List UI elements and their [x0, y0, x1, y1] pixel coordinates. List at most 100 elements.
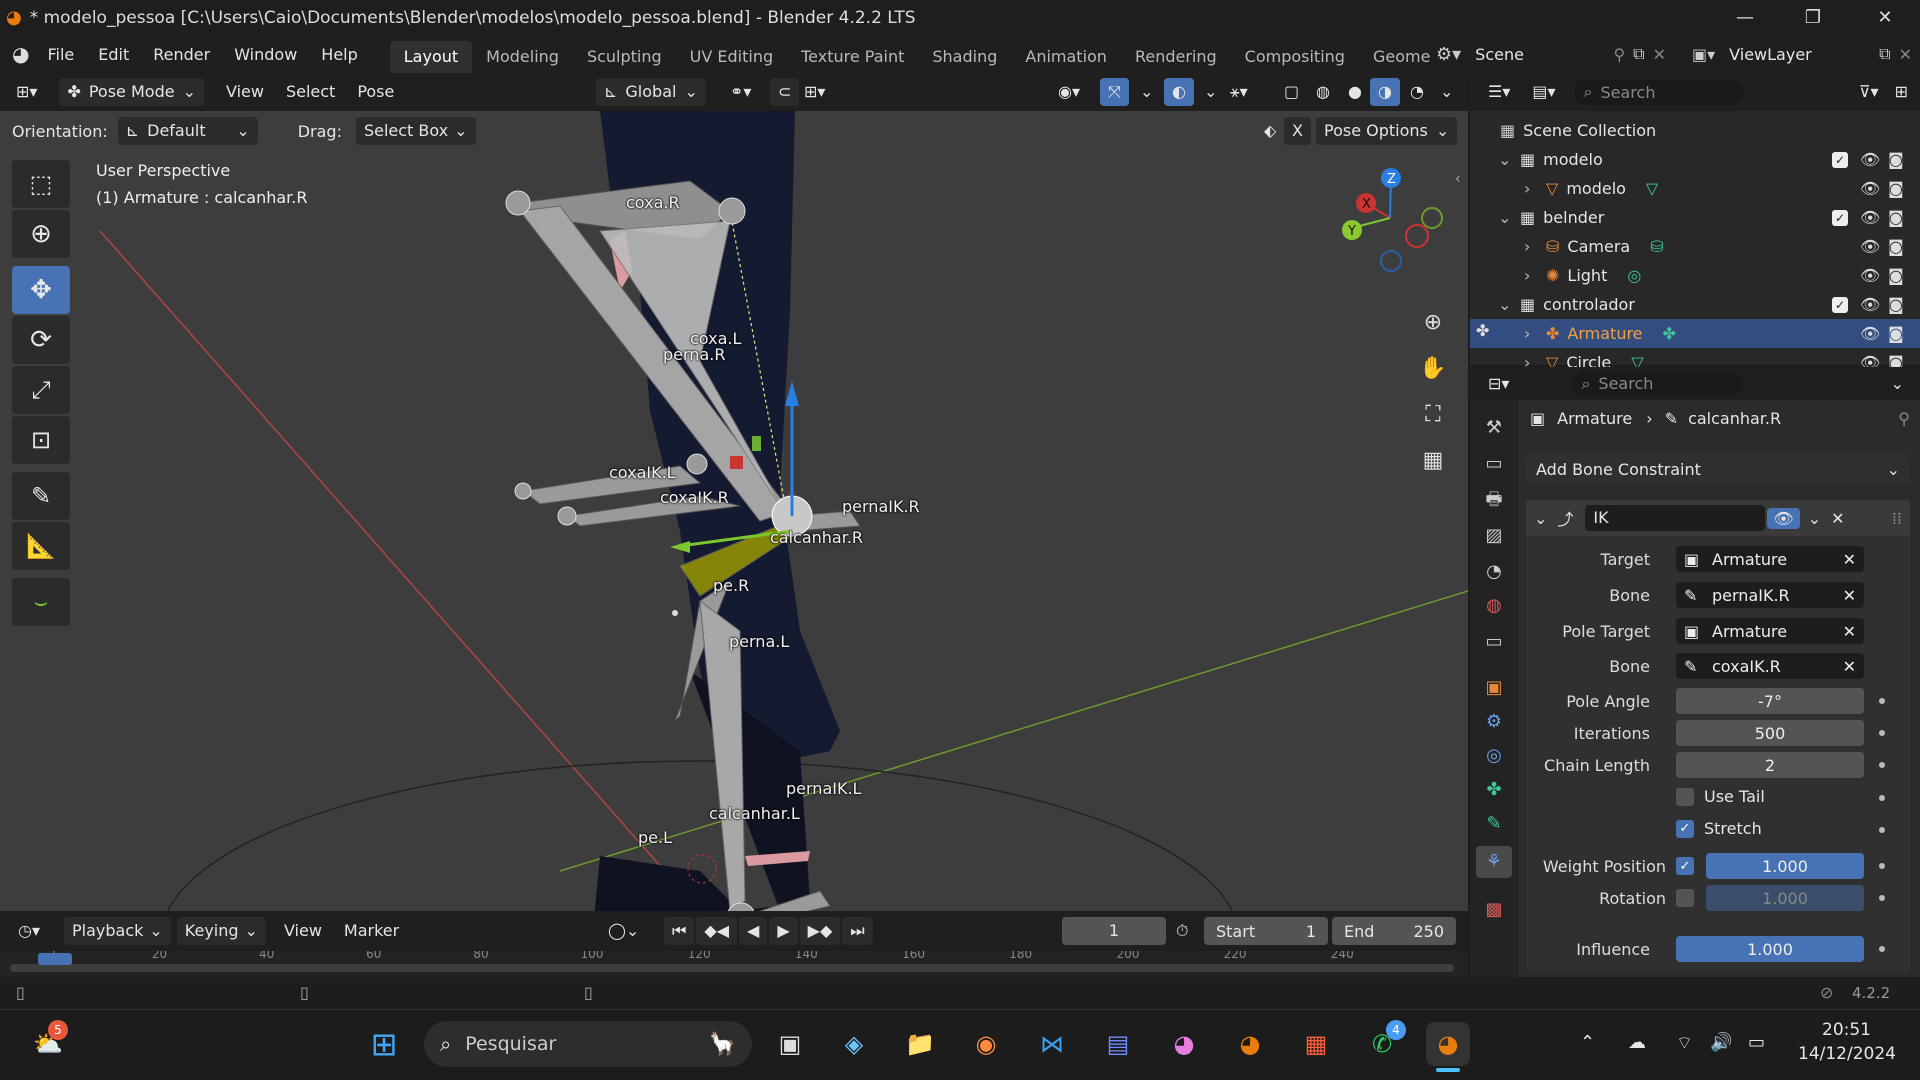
world-icon[interactable]: ◍: [1476, 590, 1512, 622]
pole-target-field[interactable]: ▣ Armature ✕: [1676, 618, 1864, 644]
tab-texture-paint[interactable]: Texture Paint: [787, 41, 918, 73]
expand-chevron-icon[interactable]: ›: [1524, 237, 1546, 256]
scene-props-icon[interactable]: ◔: [1476, 556, 1512, 588]
pivot-point-icon[interactable]: ⚭▾: [722, 78, 759, 106]
menu-window[interactable]: Window: [222, 45, 309, 64]
orientation-dropdown[interactable]: ⊾ Default ⌄: [117, 117, 258, 145]
modifiers-icon[interactable]: ⚙: [1476, 706, 1512, 738]
animate-chain-length-icon[interactable]: [1879, 762, 1885, 768]
outliner-row[interactable]: › ⛁ Camera ⛁ 👁 ◙: [1470, 232, 1910, 261]
transform-tool[interactable]: ⊡: [12, 416, 70, 464]
outliner-row[interactable]: › ✤ Armature ✤ 👁 ◙: [1470, 319, 1920, 348]
playback-menu[interactable]: Playback ⌄: [64, 917, 171, 945]
expand-chevron-icon[interactable]: ›: [1524, 324, 1546, 343]
visibility-eye-icon[interactable]: 👁: [1860, 208, 1880, 227]
outliner-search[interactable]: ⌕ Search: [1573, 79, 1744, 105]
pole-bone-field[interactable]: ✎ coxaIK.R ✕: [1676, 653, 1864, 679]
timeline-scrollbar[interactable]: [10, 964, 1454, 972]
visibility-eye-icon[interactable]: 👁: [1860, 266, 1880, 285]
animate-pole-angle-icon[interactable]: [1879, 698, 1885, 704]
visibility-eye-icon[interactable]: 👁: [1860, 237, 1880, 256]
microsoft-store-icon[interactable]: ▦: [1294, 1022, 1338, 1066]
outliner-row[interactable]: › ✺ Light ◎ 👁 ◙: [1470, 261, 1910, 290]
move-tool[interactable]: ✥: [12, 266, 70, 314]
influence-slider[interactable]: 1.000: [1676, 936, 1864, 962]
blender-menu-icon[interactable]: ◕: [12, 42, 29, 66]
dev-app-icon[interactable]: ▤: [1096, 1022, 1140, 1066]
visibility-eye-icon[interactable]: 👁: [1860, 324, 1880, 343]
animate-iterations-icon[interactable]: [1879, 730, 1885, 736]
scale-tool[interactable]: ⤢: [12, 366, 70, 414]
visibility-eye-icon[interactable]: 👁: [1860, 150, 1880, 169]
tab-animation[interactable]: Animation: [1011, 41, 1121, 73]
bone-field[interactable]: ✎ pernaIK.R ✕: [1676, 582, 1864, 608]
tool-icon[interactable]: ⚒: [1476, 412, 1512, 444]
annotate-tool[interactable]: ✎: [12, 472, 70, 520]
sidebar-toggle-icon[interactable]: ‹: [1455, 171, 1461, 187]
stopwatch-icon[interactable]: ⏱: [1176, 921, 1188, 941]
outliner-row[interactable]: › ▽ modelo ▽ 👁 ◙: [1470, 174, 1910, 203]
render-camera-icon[interactable]: ◙: [1888, 324, 1904, 343]
render-camera-icon[interactable]: ◙: [1888, 179, 1904, 198]
start-frame-field[interactable]: Start 1: [1204, 917, 1328, 945]
visibility-icon[interactable]: ◉▾: [1050, 78, 1088, 106]
mirror-icon[interactable]: ⬖: [1256, 117, 1284, 145]
physics-icon[interactable]: ◎: [1476, 740, 1512, 772]
pole-angle-field[interactable]: -7°: [1676, 688, 1864, 714]
clear-pole-bone-icon[interactable]: ✕: [1843, 657, 1856, 676]
timeline-editor-icon[interactable]: ◷▾: [10, 917, 48, 945]
render-icon[interactable]: ▭: [1476, 448, 1512, 480]
visibility-eye-icon[interactable]: 👁: [1860, 179, 1880, 198]
rotation-enable-check[interactable]: [1676, 889, 1694, 907]
current-frame-marker[interactable]: [38, 953, 72, 965]
animate-use-tail-icon[interactable]: [1879, 795, 1885, 801]
new-collection-icon[interactable]: ⊞: [1887, 78, 1916, 106]
render-camera-icon[interactable]: ◙: [1888, 208, 1904, 227]
weight-position-slider[interactable]: 1.000: [1706, 853, 1864, 879]
timeline-marker-menu[interactable]: Marker: [336, 917, 407, 945]
add-bone-constraint-button[interactable]: Add Bone Constraint ⌄: [1526, 454, 1910, 484]
constraint-name-field[interactable]: IK: [1585, 505, 1766, 531]
camera-view-icon[interactable]: ⛶: [1412, 393, 1454, 435]
color-app-icon[interactable]: ◕: [1162, 1022, 1206, 1066]
collection-include-check-icon[interactable]: ✓: [1832, 209, 1848, 226]
menu-file[interactable]: File: [35, 45, 86, 64]
texture-icon[interactable]: ▩: [1476, 894, 1512, 926]
bone-overlay-icon[interactable]: ⚹▾: [1222, 78, 1256, 106]
menu-edit[interactable]: Edit: [86, 45, 141, 64]
collapse-chevron-icon[interactable]: ⌄: [1534, 509, 1547, 528]
current-frame-field[interactable]: 1: [1062, 917, 1166, 945]
light-data-icon[interactable]: ◎: [1627, 266, 1641, 285]
menu-pose[interactable]: Pose: [349, 78, 402, 106]
file-explorer-icon[interactable]: 📁: [898, 1022, 942, 1066]
clear-bone-icon[interactable]: ✕: [1843, 586, 1856, 605]
rendered-shading-icon[interactable]: ◔: [1402, 78, 1432, 106]
minimize-button[interactable]: —: [1716, 0, 1774, 35]
use-tail-checkbox[interactable]: Use Tail: [1676, 787, 1765, 806]
object-props-icon[interactable]: ▣: [1476, 672, 1512, 704]
stretch-checkbox[interactable]: ✓ Stretch: [1676, 819, 1762, 838]
pin-icon[interactable]: ⚲: [1613, 45, 1625, 64]
outliner-row[interactable]: ⌄ ▦ modelo ✓ 👁 ◙: [1470, 145, 1910, 174]
shading-options-icon[interactable]: ⌄: [1432, 78, 1461, 106]
rotation-slider[interactable]: 1.000: [1706, 885, 1864, 911]
clock-date[interactable]: 14/12/2024: [1798, 1044, 1896, 1064]
mesh-data-icon[interactable]: ▽: [1646, 179, 1658, 198]
scene-selector[interactable]: ⚙▾ Scene ⚲ ⧉ ✕: [1436, 39, 1666, 69]
scene-collection-row[interactable]: ▦ Scene Collection: [1470, 116, 1910, 145]
collection-include-check-icon[interactable]: ✓: [1832, 151, 1848, 168]
animate-stretch-icon[interactable]: [1879, 827, 1885, 833]
wireframe-shading-icon[interactable]: ◍: [1308, 78, 1338, 106]
chain-length-field[interactable]: 2: [1676, 752, 1864, 778]
volume-icon[interactable]: 🔊: [1710, 1032, 1732, 1053]
weight-position-enable-check-icon[interactable]: ✓: [1676, 857, 1694, 875]
clear-target-icon[interactable]: ✕: [1843, 550, 1856, 569]
blender-active-icon[interactable]: ◕: [1426, 1022, 1470, 1066]
blender-pinned-icon[interactable]: ◕: [1228, 1022, 1272, 1066]
new-viewlayer-icon[interactable]: ⧉: [1879, 44, 1890, 64]
x-mirror-toggle[interactable]: X: [1284, 117, 1311, 145]
new-scene-icon[interactable]: ⧉: [1633, 44, 1644, 64]
outliner-row[interactable]: ⌄ ▦ belnder ✓ 👁 ◙: [1470, 203, 1910, 232]
drag-handle-icon[interactable]: ⁞⁞: [1892, 509, 1902, 528]
editor-type-icon[interactable]: ⊞▾: [8, 78, 45, 106]
